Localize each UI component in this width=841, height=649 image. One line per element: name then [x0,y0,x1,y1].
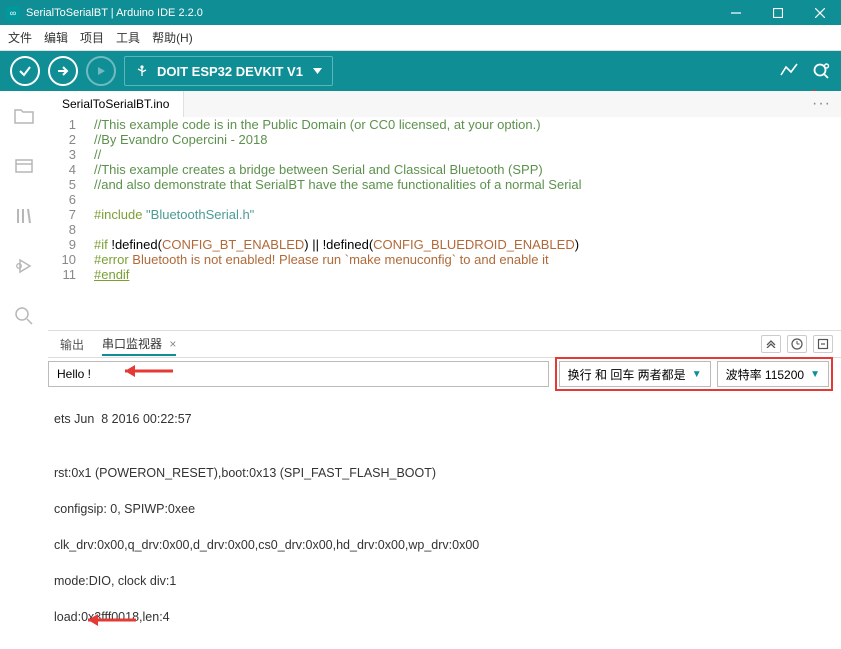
code-line: //By Evandro Copercini - 2018 [94,132,841,147]
tab-output[interactable]: 输出 [60,336,84,353]
board-selector[interactable]: DOIT ESP32 DEVKIT V1 [124,56,333,86]
window-controls [715,0,841,25]
verify-button[interactable] [10,56,40,86]
line-number: 4 [48,162,94,177]
boards-manager-icon[interactable] [13,155,35,177]
code-line: #if !defined(CONFIG_BT_ENABLED) || !defi… [94,237,841,252]
code-line: #error Bluetooth is not enabled! Please … [94,252,841,267]
line-number: 6 [48,192,94,207]
code-line: //This example code is in the Public Dom… [94,117,841,132]
tab-serial-monitor[interactable]: 串口监视器 × [102,335,176,356]
serial-output[interactable]: ets Jun 8 2016 00:22:57 rst:0x1 (POWERON… [48,392,841,641]
editor-tab-bar: SerialToSerialBT.ino ··· [48,91,841,117]
sidebar [0,91,48,649]
board-name: DOIT ESP32 DEVKIT V1 [157,64,303,79]
menu-help[interactable]: 帮助(H) [152,29,193,46]
panel-toggle-icon[interactable] [761,335,781,353]
arduino-logo-icon: ∞ [6,6,20,20]
serial-plotter-icon[interactable] [779,61,799,81]
line-number: 7 [48,207,94,222]
code-editor[interactable]: 1//This example code is in the Public Do… [48,117,841,330]
code-line: //This example creates a bridge between … [94,162,841,177]
code-line: #include "BluetoothSerial.h" [94,207,841,222]
close-button[interactable] [799,0,841,25]
upload-button[interactable] [48,56,78,86]
close-icon[interactable]: × [169,337,176,351]
serial-line: mode:DIO, clock div:1 [54,572,841,590]
serial-monitor-icon[interactable] [811,61,831,81]
line-number: 5 [48,177,94,192]
toolbar: DOIT ESP32 DEVKIT V1 [0,51,841,91]
baud-rate-dropdown[interactable]: 波特率 115200▼ [717,361,829,387]
search-icon[interactable] [13,305,35,327]
serial-line: configsip: 0, SPIWP:0xee [54,500,841,518]
clock-icon[interactable] [787,335,807,353]
menu-file[interactable]: 文件 [8,29,32,46]
line-number: 3 [48,147,94,162]
code-line [94,222,841,237]
minimize-button[interactable] [715,0,757,25]
menu-edit[interactable]: 编辑 [44,29,68,46]
highlight-annotation: 换行 和 回车 两者都是▼ 波特率 115200▼ [555,357,833,391]
serial-line: clk_drv:0x00,q_drv:0x00,d_drv:0x00,cs0_d… [54,536,841,554]
serial-line: load:0x3fff0018,len:4 [54,608,841,626]
line-number: 9 [48,237,94,252]
menu-tool[interactable]: 工具 [116,29,140,46]
tab-label: SerialToSerialBT.ino [62,97,169,111]
code-line: //and also demonstrate that SerialBT hav… [94,177,841,192]
debug-sidebar-icon[interactable] [13,255,35,277]
line-number: 2 [48,132,94,147]
code-line [94,192,841,207]
annotation-arrow-icon [115,362,175,380]
line-ending-dropdown[interactable]: 换行 和 回车 两者都是▼ [559,361,711,387]
serial-line: rst:0x1 (POWERON_RESET),boot:0x13 (SPI_F… [54,464,841,482]
menu-project[interactable]: 项目 [80,29,104,46]
menu-bar: 文件 编辑 项目 工具 帮助(H) [0,25,841,51]
maximize-button[interactable] [757,0,799,25]
annotation-arrow-icon [78,611,138,629]
bottom-panel-tabs: 输出 串口监视器 × [48,330,841,358]
window-title: SerialToSerialBT | Arduino IDE 2.2.0 [26,7,715,19]
line-number: 1 [48,117,94,132]
clear-icon[interactable] [813,335,833,353]
code-line: #endif [94,267,841,282]
chevron-down-icon: ▼ [692,369,702,380]
chevron-down-icon: ▼ [810,369,820,380]
library-manager-icon[interactable] [13,205,35,227]
serial-line: ets Jun 8 2016 00:22:57 [54,410,841,428]
line-number: 8 [48,222,94,237]
code-line: // [94,147,841,162]
tab-overflow-icon[interactable]: ··· [812,95,831,113]
titlebar: ∞ SerialToSerialBT | Arduino IDE 2.2.0 [0,0,841,25]
folder-icon[interactable] [13,105,35,127]
line-number: 10 [48,252,94,267]
debug-button[interactable] [86,56,116,86]
line-number: 11 [48,267,94,282]
tab-file[interactable]: SerialToSerialBT.ino [48,91,184,117]
